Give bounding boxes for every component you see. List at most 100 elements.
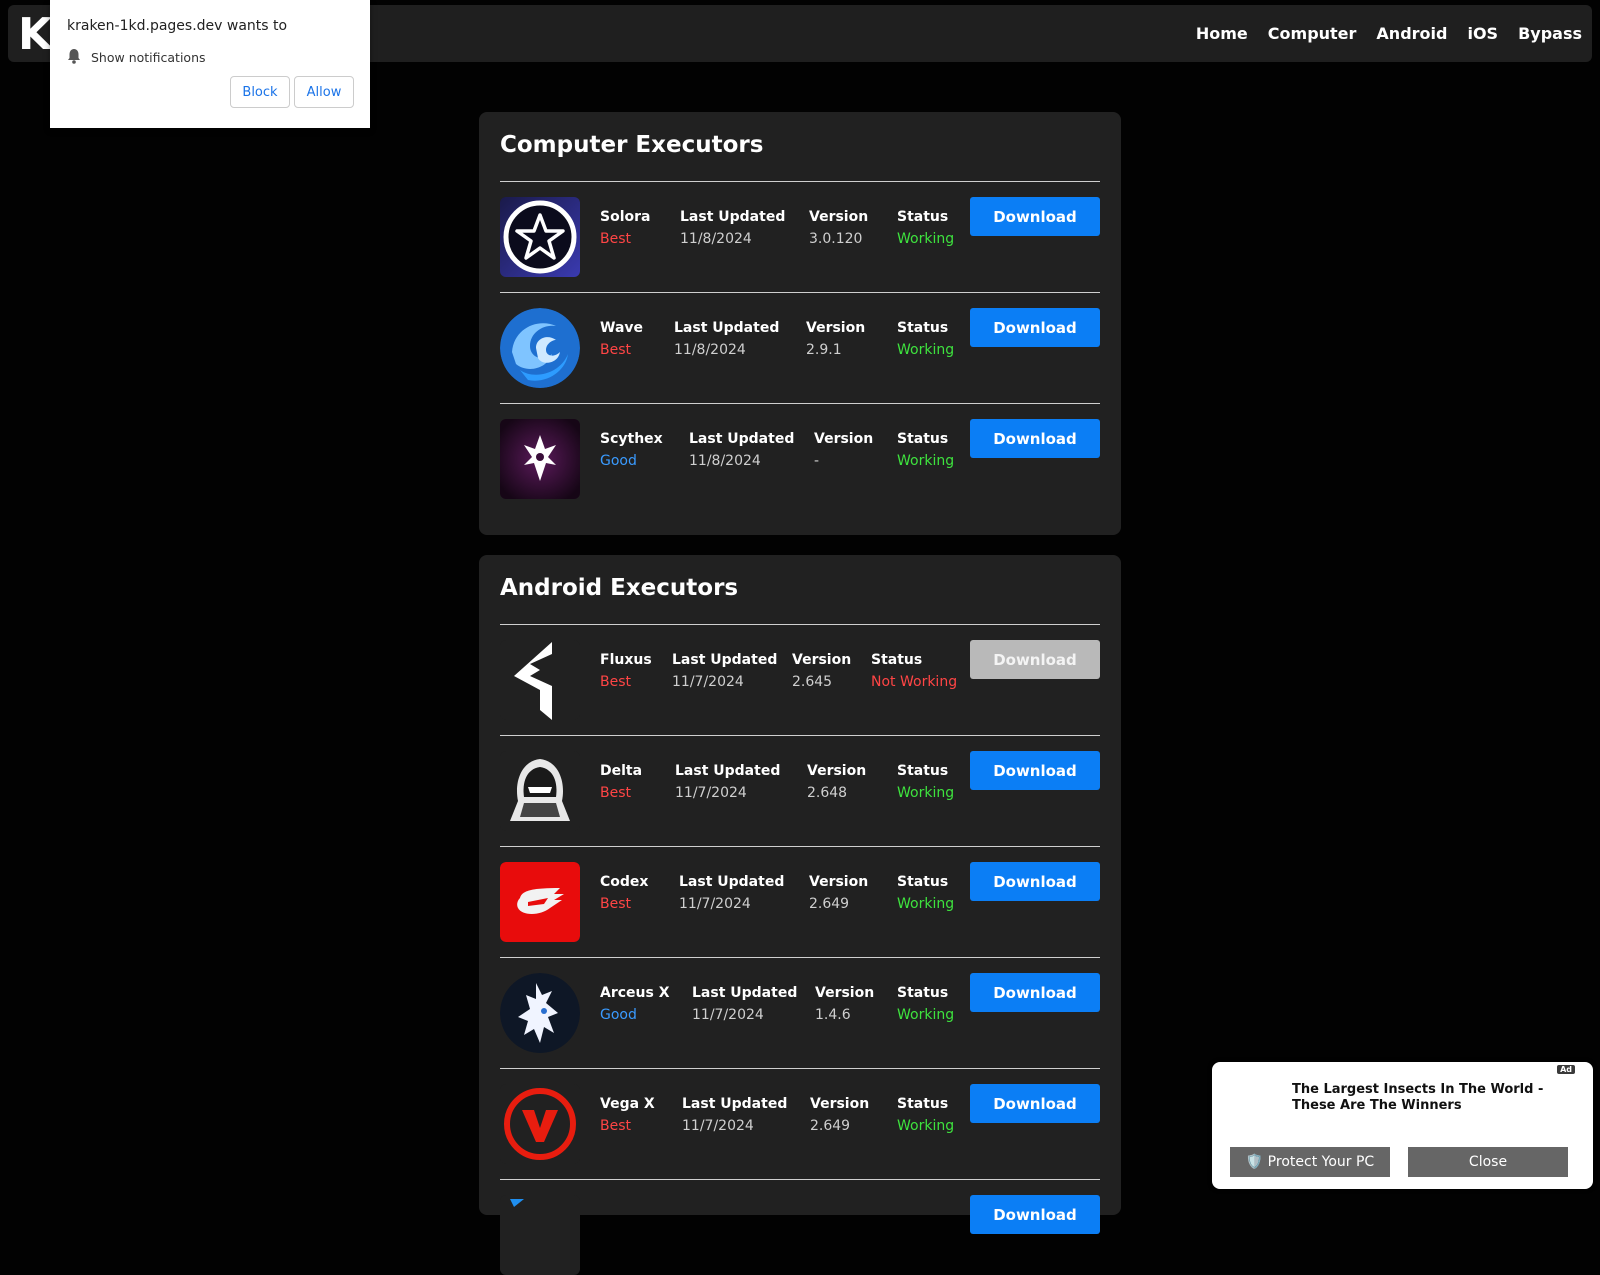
status-column: Status Working <box>897 982 954 1026</box>
nav-link-android[interactable]: Android <box>1376 24 1447 43</box>
allow-button[interactable]: Allow <box>294 76 354 108</box>
version-label: Version <box>806 320 866 336</box>
notification-title: kraken-1kd.pages.dev wants to <box>67 18 288 34</box>
executor-row-codex: Codex Best Last Updated 11/7/2024 Versio… <box>500 862 1100 942</box>
version-value: 2.9.1 <box>806 342 842 358</box>
fluxus-logo-icon <box>500 640 580 720</box>
name-column: Scythex Good <box>600 428 663 472</box>
executor-row-wave: Wave Best Last Updated 11/8/2024 Version… <box>500 308 1100 388</box>
download-button-arceus-x[interactable]: Download <box>970 973 1100 1012</box>
nav-link-computer[interactable]: Computer <box>1268 24 1357 43</box>
solora-logo-icon <box>500 197 580 277</box>
last-updated-value: 11/7/2024 <box>672 674 744 690</box>
executor-name: Solora <box>600 209 651 225</box>
version-column: Version - <box>814 428 873 472</box>
notification-permission-popup: kraken-1kd.pages.dev wants to Show notif… <box>50 0 370 128</box>
download-button-solora[interactable]: Download <box>970 197 1100 236</box>
name-column: Solora Best <box>600 206 650 250</box>
executor-name: Arceus X <box>600 985 670 1001</box>
nav-links: Home Computer Android iOS Bypass <box>1176 5 1582 62</box>
protect-your-pc-button[interactable]: 🛡️ Protect Your PC <box>1230 1147 1390 1177</box>
version-label: Version <box>815 985 875 1001</box>
name-column: Wave Best <box>600 317 643 361</box>
delta-logo-icon <box>500 751 580 831</box>
executor-name: Codex <box>600 874 649 890</box>
codex-logo-icon <box>500 862 580 942</box>
section-title: Computer Executors <box>500 132 764 158</box>
version-value: - <box>814 453 820 469</box>
version-column: Version 2.648 <box>807 760 866 804</box>
tier-label: Good <box>600 1007 637 1023</box>
scythex-logo-icon <box>500 419 580 499</box>
download-button-fluxus[interactable]: Download <box>970 640 1100 679</box>
nav-link-ios[interactable]: iOS <box>1467 24 1498 43</box>
tier-label: Best <box>600 1118 632 1134</box>
nav-link-bypass[interactable]: Bypass <box>1518 24 1582 43</box>
version-value: 2.649 <box>810 1118 851 1134</box>
last-updated-label: Last Updated <box>680 209 786 225</box>
last-updated-label: Last Updated <box>682 1096 788 1112</box>
ad-headline[interactable]: The Largest Insects In The World - These… <box>1292 1082 1572 1114</box>
download-button-wave[interactable]: Download <box>970 308 1100 347</box>
name-column: Vega X Best <box>600 1093 655 1137</box>
version-column: Version 2.649 <box>809 871 868 915</box>
last-updated-label: Last Updated <box>675 763 781 779</box>
nav-link-home[interactable]: Home <box>1196 24 1248 43</box>
version-value: 2.645 <box>792 674 833 690</box>
updated-column: Last Updated 11/7/2024 <box>675 760 780 804</box>
last-updated-label: Last Updated <box>672 652 778 668</box>
download-button-partial[interactable]: Download <box>970 1195 1100 1234</box>
status-column: Status Not Working <box>871 649 957 693</box>
version-column: Version 1.4.6 <box>815 982 874 1026</box>
status-column: Status Working <box>897 871 954 915</box>
last-updated-label: Last Updated <box>689 431 795 447</box>
last-updated-value: 11/7/2024 <box>679 896 751 912</box>
executor-name: Scythex <box>600 431 663 447</box>
version-column: Version 2.649 <box>810 1093 869 1137</box>
brand-logo[interactable]: K <box>18 7 52 63</box>
last-updated-value: 11/7/2024 <box>675 785 747 801</box>
executor-row-fluxus: Fluxus Best Last Updated 11/7/2024 Versi… <box>500 640 1100 720</box>
updated-column: Last Updated 11/7/2024 <box>672 649 777 693</box>
last-updated-label: Last Updated <box>692 985 798 1001</box>
status-label: Status <box>897 320 949 336</box>
name-column: Fluxus Best <box>600 649 652 693</box>
updated-column: Last Updated 11/8/2024 <box>680 206 785 250</box>
status-column: Status Working <box>897 317 954 361</box>
divider <box>500 1068 1100 1069</box>
divider <box>500 292 1100 293</box>
tier-label: Best <box>600 342 632 358</box>
updated-column: Last Updated 11/8/2024 <box>674 317 779 361</box>
status-column: Status Working <box>897 1093 954 1137</box>
name-column: Codex Best <box>600 871 648 915</box>
version-label: Version <box>814 431 874 447</box>
last-updated-label: Last Updated <box>674 320 780 336</box>
updated-column: Last Updated 11/8/2024 <box>689 428 794 472</box>
executor-row-arceus-x: Arceus X Good Last Updated 11/7/2024 Ver… <box>500 973 1100 1053</box>
block-button[interactable]: Block <box>230 76 290 108</box>
status-label: Status <box>897 874 949 890</box>
version-label: Version <box>810 1096 870 1112</box>
ad-close-button[interactable]: Close <box>1408 1147 1568 1177</box>
version-label: Version <box>792 652 852 668</box>
status-column: Status Working <box>897 760 954 804</box>
divider <box>500 735 1100 736</box>
executor-name: Wave <box>600 320 644 336</box>
version-label: Version <box>809 874 869 890</box>
version-value: 2.648 <box>807 785 848 801</box>
tier-label: Best <box>600 896 632 912</box>
status-label: Status <box>871 652 923 668</box>
bell-icon <box>67 48 81 67</box>
divider <box>500 624 1100 625</box>
download-button-delta[interactable]: Download <box>970 751 1100 790</box>
wave-logo-icon <box>500 308 580 388</box>
status-value: Working <box>897 1007 955 1023</box>
download-button-scythex[interactable]: Download <box>970 419 1100 458</box>
updated-column: Last Updated 11/7/2024 <box>682 1093 787 1137</box>
download-button-codex[interactable]: Download <box>970 862 1100 901</box>
divider <box>500 403 1100 404</box>
executor-name: Vega X <box>600 1096 655 1112</box>
last-updated-value: 11/7/2024 <box>692 1007 764 1023</box>
divider <box>500 1179 1100 1180</box>
download-button-vega-x[interactable]: Download <box>970 1084 1100 1123</box>
